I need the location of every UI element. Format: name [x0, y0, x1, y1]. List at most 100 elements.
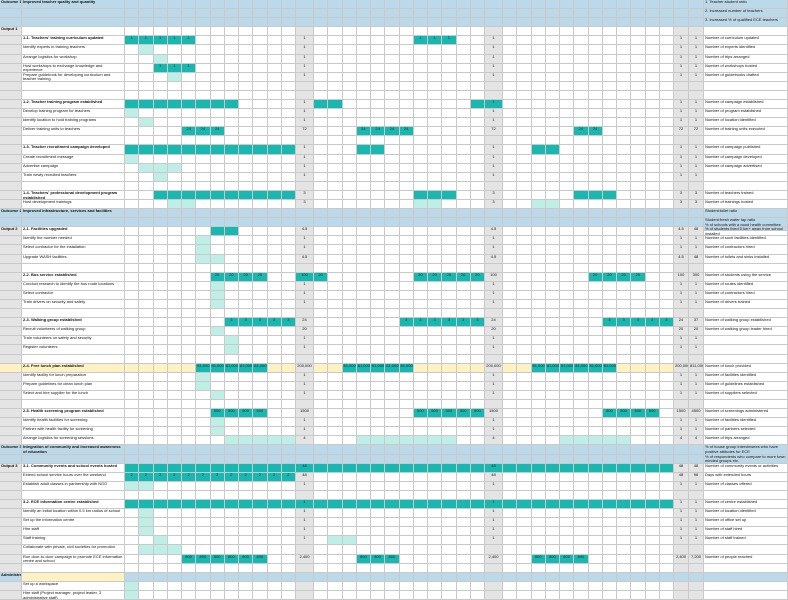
timeline-cell[interactable]: [139, 272, 154, 282]
timeline-cell[interactable]: [588, 554, 603, 564]
timeline-cell[interactable]: [588, 9, 603, 19]
timeline-cell[interactable]: [602, 563, 617, 573]
timeline-cell[interactable]: [456, 209, 471, 219]
activity-label[interactable]: Select contractor: [22, 290, 125, 300]
total-cell[interactable]: 1: [689, 509, 704, 519]
timeline-cell[interactable]: [342, 236, 357, 246]
timeline-cell[interactable]: [210, 72, 225, 82]
timeline-cell[interactable]: [139, 81, 154, 91]
timeline-cell[interactable]: 3: [470, 318, 485, 328]
timeline-cell[interactable]: [456, 581, 471, 591]
timeline-cell[interactable]: [371, 454, 386, 464]
timeline-cell[interactable]: [588, 63, 603, 73]
timeline-cell[interactable]: 24: [356, 127, 371, 137]
timeline-cell[interactable]: 1: [153, 36, 168, 46]
timeline-cell[interactable]: [399, 272, 414, 282]
timeline-cell[interactable]: [517, 300, 532, 310]
timeline-cell[interactable]: [371, 518, 386, 528]
total-cell[interactable]: 4.5: [674, 227, 689, 237]
timeline-cell[interactable]: [588, 427, 603, 437]
timeline-cell[interactable]: 800: [385, 554, 400, 564]
timeline-cell[interactable]: [574, 318, 589, 328]
timeline-cell[interactable]: [560, 145, 575, 155]
timeline-cell[interactable]: [517, 363, 532, 373]
timeline-cell[interactable]: [588, 218, 603, 228]
timeline-cell[interactable]: [631, 100, 646, 110]
timeline-cell[interactable]: [545, 172, 560, 182]
timeline-cell[interactable]: [631, 336, 646, 346]
timeline-cell[interactable]: [560, 245, 575, 255]
timeline-cell[interactable]: [328, 163, 343, 173]
timeline-cell[interactable]: [267, 327, 282, 337]
timeline-cell[interactable]: [125, 327, 140, 337]
total-cell[interactable]: [689, 181, 704, 191]
timeline-cell[interactable]: [631, 45, 646, 55]
timeline-cell[interactable]: 81,000: [342, 363, 357, 373]
total-cell[interactable]: [689, 90, 704, 100]
timeline-cell[interactable]: [239, 63, 254, 73]
timeline-cell[interactable]: [281, 9, 296, 19]
timeline-cell[interactable]: [342, 63, 357, 73]
timeline-cell[interactable]: [224, 327, 239, 337]
timeline-cell[interactable]: [545, 254, 560, 264]
timeline-cell[interactable]: [314, 127, 329, 137]
timeline-cell[interactable]: [659, 354, 674, 364]
timeline-cell[interactable]: [470, 263, 485, 273]
timeline-cell[interactable]: [645, 54, 660, 64]
timeline-cell[interactable]: [139, 127, 154, 137]
timeline-cell[interactable]: [470, 390, 485, 400]
timeline-cell[interactable]: [428, 518, 443, 528]
timeline-cell[interactable]: [224, 381, 239, 391]
timeline-cell[interactable]: [167, 400, 182, 410]
timeline-cell[interactable]: [442, 290, 457, 300]
timeline-cell[interactable]: [139, 45, 154, 55]
timeline-cell[interactable]: [645, 509, 660, 519]
timeline-cell[interactable]: [385, 472, 400, 482]
timeline-cell[interactable]: [210, 327, 225, 337]
timeline-cell[interactable]: [342, 554, 357, 564]
timeline-cell[interactable]: [442, 263, 457, 273]
timeline-cell[interactable]: [470, 500, 485, 510]
timeline-cell[interactable]: [314, 472, 329, 482]
timeline-cell[interactable]: [267, 381, 282, 391]
timeline-cell[interactable]: 500: [645, 409, 660, 419]
timeline-cell[interactable]: [442, 372, 457, 382]
timeline-cell[interactable]: [574, 472, 589, 482]
timeline-cell[interactable]: [659, 572, 674, 582]
timeline-cell[interactable]: [153, 354, 168, 364]
timeline-cell[interactable]: [385, 309, 400, 319]
timeline-cell[interactable]: [517, 90, 532, 100]
timeline-cell[interactable]: [631, 445, 646, 455]
timeline-cell[interactable]: [153, 45, 168, 55]
timeline-cell[interactable]: [314, 81, 329, 91]
timeline-cell[interactable]: [267, 436, 282, 446]
timeline-cell[interactable]: [442, 490, 457, 500]
timeline-cell[interactable]: [196, 327, 211, 337]
activity-label[interactable]: Set up a workspace: [22, 581, 125, 591]
timeline-cell[interactable]: [645, 254, 660, 264]
timeline-cell[interactable]: [224, 509, 239, 519]
timeline-cell[interactable]: [281, 209, 296, 219]
timeline-cell[interactable]: [139, 218, 154, 228]
timeline-cell[interactable]: [281, 172, 296, 182]
timeline-cell[interactable]: [503, 436, 518, 446]
timeline-cell[interactable]: [517, 236, 532, 246]
timeline-cell[interactable]: [645, 118, 660, 128]
activity-label[interactable]: Prepare guidebook for developing curricu…: [22, 72, 125, 82]
timeline-cell[interactable]: [371, 281, 386, 291]
timeline-cell[interactable]: [224, 63, 239, 73]
timeline-cell[interactable]: [602, 518, 617, 528]
timeline-cell[interactable]: [531, 36, 546, 46]
timeline-cell[interactable]: [281, 545, 296, 555]
total-cell[interactable]: 3: [689, 190, 704, 200]
timeline-cell[interactable]: [631, 427, 646, 437]
timeline-cell[interactable]: [560, 172, 575, 182]
timeline-cell[interactable]: [139, 327, 154, 337]
timeline-cell[interactable]: 20: [314, 272, 329, 282]
timeline-cell[interactable]: [356, 481, 371, 491]
timeline-cell[interactable]: [139, 409, 154, 419]
timeline-cell[interactable]: [531, 300, 546, 310]
timeline-cell[interactable]: [428, 127, 443, 137]
timeline-cell[interactable]: [470, 290, 485, 300]
timeline-cell[interactable]: [196, 63, 211, 73]
